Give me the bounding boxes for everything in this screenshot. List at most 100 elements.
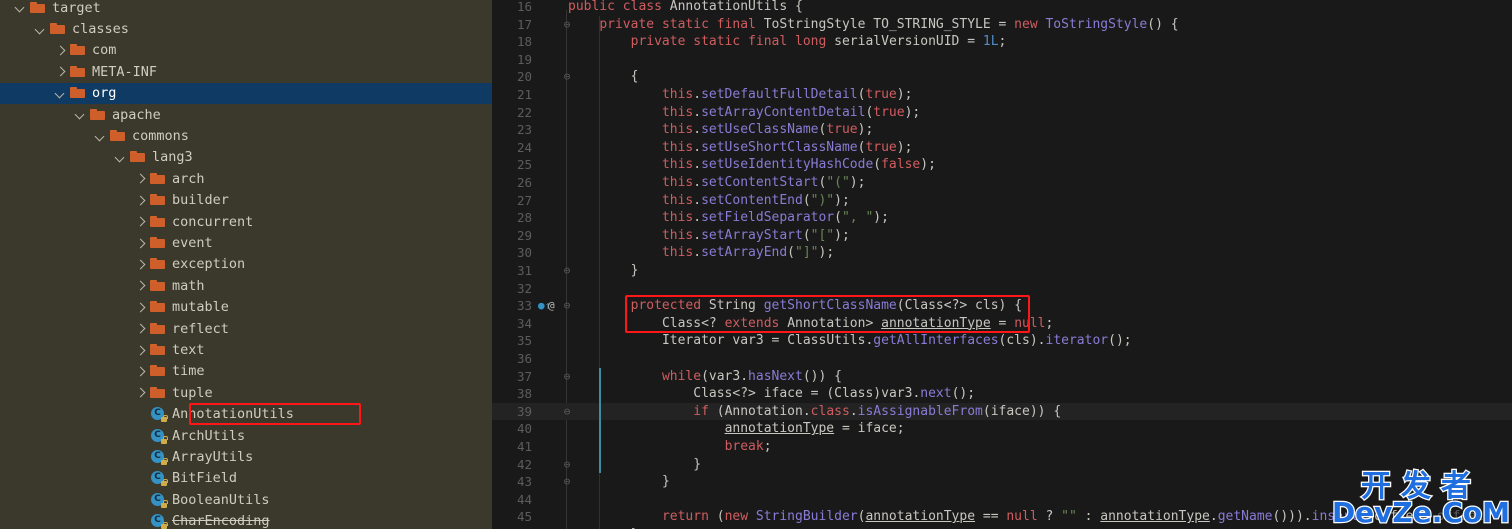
- tree-item-charencoding[interactable]: C CharEncoding: [0, 511, 492, 529]
- chevron-down-icon[interactable]: [34, 23, 47, 36]
- code-line[interactable]: 26 this.setContentStart("(");: [492, 174, 1512, 192]
- tree-item-bitfield[interactable]: C BitField: [0, 468, 492, 489]
- chevron-right-icon[interactable]: [134, 237, 147, 250]
- code-text: this.setArrayStart("[");: [661, 227, 850, 243]
- code-line[interactable]: 40 annotationType = iface;: [492, 420, 1512, 438]
- tree-item-meta-inf[interactable]: META-INF: [0, 61, 492, 82]
- tree-item-com[interactable]: com: [0, 40, 492, 61]
- line-number: 27: [516, 192, 532, 208]
- chevron-down-icon[interactable]: [54, 87, 67, 100]
- code-line[interactable]: 27 this.setContentEnd(")");: [492, 192, 1512, 210]
- tree-item-arrayutils[interactable]: C ArrayUtils: [0, 446, 492, 467]
- chevron-placeholder: [134, 472, 147, 485]
- code-line[interactable]: 20 ⊖ {: [492, 68, 1512, 86]
- tree-item-event[interactable]: event: [0, 232, 492, 253]
- chevron-right-icon[interactable]: [134, 172, 147, 185]
- code-line[interactable]: 43 ⊖ }: [492, 473, 1512, 491]
- line-number: 32: [516, 280, 532, 296]
- code-line[interactable]: 32: [492, 280, 1512, 298]
- code-line[interactable]: 31 ⊖ }: [492, 262, 1512, 280]
- code-line[interactable]: 21 this.setDefaultFullDetail(true);: [492, 86, 1512, 104]
- annotation-icon[interactable]: @: [548, 297, 555, 315]
- code-line[interactable]: 45 return (new StringBuilder(annotationT…: [492, 508, 1512, 526]
- code-line[interactable]: 34 Class<? extends Annotation> annotatio…: [492, 315, 1512, 333]
- chevron-down-icon[interactable]: [114, 151, 127, 164]
- tree-item-text[interactable]: text: [0, 339, 492, 360]
- tree-item-label: BooleanUtils: [172, 491, 270, 508]
- code-line[interactable]: 37 ⊖ while(var3.hasNext()) {: [492, 368, 1512, 386]
- tree-item-label: BitField: [172, 470, 238, 487]
- tree-item-math[interactable]: math: [0, 275, 492, 296]
- code-line[interactable]: 23 this.setUseClassName(true);: [492, 121, 1512, 139]
- chevron-down-icon[interactable]: [74, 108, 87, 121]
- code-line[interactable]: 36: [492, 350, 1512, 368]
- tree-item-lang3[interactable]: lang3: [0, 147, 492, 168]
- chevron-right-icon[interactable]: [134, 322, 147, 335]
- tree-item-builder[interactable]: builder: [0, 190, 492, 211]
- tree-item-org[interactable]: org: [0, 82, 492, 104]
- chevron-right-icon[interactable]: [134, 301, 147, 314]
- tree-item-booleanutils[interactable]: C BooleanUtils: [0, 489, 492, 510]
- line-number: 37: [516, 368, 532, 384]
- chevron-placeholder: [134, 429, 147, 442]
- code-line[interactable]: 30 this.setArrayEnd("]");: [492, 244, 1512, 262]
- tree-item-apache[interactable]: apache: [0, 104, 492, 125]
- code-line[interactable]: 24 this.setUseShortClassName(true);: [492, 139, 1512, 157]
- tree-item-archutils[interactable]: C ArchUtils: [0, 425, 492, 446]
- tree-item-target[interactable]: target: [0, 0, 492, 18]
- line-number: 42: [516, 456, 532, 472]
- code-line[interactable]: 28 this.setFieldSeparator(", ");: [492, 209, 1512, 227]
- tree-item-tuple[interactable]: tuple: [0, 382, 492, 403]
- tree-item-classes[interactable]: classes: [0, 18, 492, 39]
- tree-item-exception[interactable]: exception: [0, 254, 492, 275]
- chevron-right-icon[interactable]: [134, 194, 147, 207]
- chevron-down-icon[interactable]: [14, 1, 27, 14]
- chevron-placeholder: [134, 408, 147, 421]
- code-line[interactable]: 19: [492, 51, 1512, 69]
- tree-item-time[interactable]: time: [0, 361, 492, 382]
- chevron-right-icon[interactable]: [134, 215, 147, 228]
- code-line[interactable]: 35 Iterator var3 = ClassUtils.getAllInte…: [492, 332, 1512, 350]
- chevron-right-icon[interactable]: [54, 65, 67, 78]
- code-line[interactable]: 39 ⊖ if (Annotation.class.isAssignableFro…: [492, 402, 1512, 421]
- code-line[interactable]: 29 this.setArrayStart("[");: [492, 227, 1512, 245]
- tree-item-reflect[interactable]: reflect: [0, 318, 492, 339]
- code-line[interactable]: 33 ●↑ @ ⊖ protected String getShortClassNam…: [492, 297, 1512, 315]
- folder-icon: [150, 300, 166, 314]
- code-line[interactable]: 25 this.setUseIdentityHashCode(false);: [492, 156, 1512, 174]
- code-line[interactable]: 18 private static final long serialVersi…: [492, 33, 1512, 51]
- java-class-icon: C: [150, 471, 168, 487]
- tree-item-annotationutils[interactable]: C AnnotationUtils: [0, 404, 492, 425]
- code-text: }: [693, 456, 702, 472]
- folder-icon: [150, 322, 166, 336]
- line-number: 17: [516, 16, 532, 32]
- code-line[interactable]: 17 ⊖ private static final ToStringStyle T…: [492, 16, 1512, 34]
- java-class-icon: C: [150, 450, 168, 466]
- code-line[interactable]: 22 this.setArrayContentDetail(true);: [492, 104, 1512, 122]
- folder-icon: [150, 364, 166, 378]
- code-line[interactable]: 38 Class<?> iface = (Class)var3.next();: [492, 385, 1512, 403]
- chevron-right-icon[interactable]: [134, 258, 147, 271]
- tree-item-concurrent[interactable]: concurrent: [0, 211, 492, 232]
- code-line[interactable]: 41 break;: [492, 438, 1512, 456]
- tree-item-commons[interactable]: commons: [0, 125, 492, 146]
- chevron-right-icon[interactable]: [134, 279, 147, 292]
- project-tree-panel[interactable]: target classes com META-INF org apache commons…: [0, 0, 492, 529]
- chevron-right-icon[interactable]: [134, 344, 147, 357]
- code-line[interactable]: 44: [492, 491, 1512, 509]
- tree-item-arch[interactable]: arch: [0, 168, 492, 189]
- chevron-down-icon[interactable]: [94, 130, 107, 143]
- tree-item-label: reflect: [172, 320, 229, 337]
- code-line[interactable]: 42 ⊖ }: [492, 456, 1512, 474]
- tree-item-mutable[interactable]: mutable: [0, 297, 492, 318]
- tree-item-label: builder: [172, 192, 229, 209]
- code-text: {: [630, 69, 639, 85]
- code-text: return (new StringBuilder(annotationType…: [661, 509, 1492, 525]
- chevron-right-icon[interactable]: [54, 44, 67, 57]
- chevron-right-icon[interactable]: [134, 365, 147, 378]
- code-editor-panel[interactable]: 16 public class AnnotationUtils {17 ⊖ priv…: [492, 0, 1512, 529]
- line-number: 43: [516, 474, 532, 490]
- folder-icon: [70, 86, 86, 100]
- chevron-right-icon[interactable]: [134, 386, 147, 399]
- code-line[interactable]: 16 public class AnnotationUtils {: [492, 0, 1512, 16]
